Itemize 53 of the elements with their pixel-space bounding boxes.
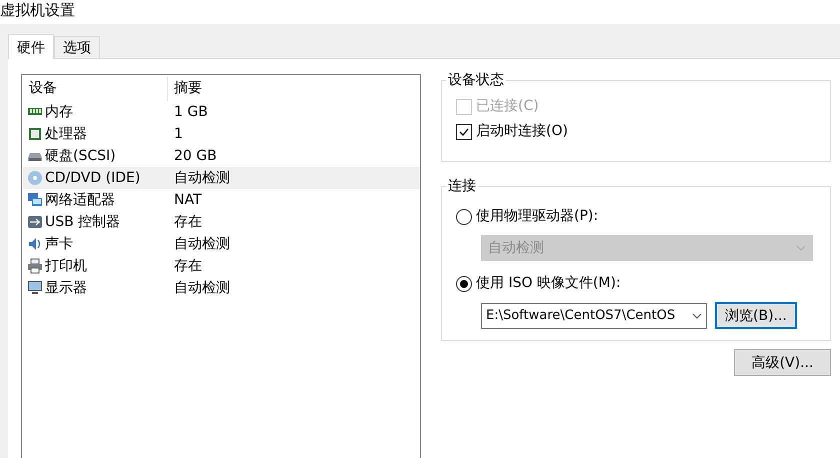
device-name: 处理器 (45, 125, 87, 144)
list-row[interactable]: 内存 1 GB (23, 101, 420, 123)
speaker-icon (27, 236, 43, 252)
device-name: USB 控制器 (45, 213, 120, 232)
device-summary: NAT (173, 191, 202, 210)
list-row[interactable]: 显示器 自动检测 (23, 277, 420, 299)
device-name: 硬盘(SCSI) (45, 147, 116, 166)
usb-icon (27, 214, 43, 230)
device-summary: 1 GB (173, 103, 208, 122)
list-row[interactable]: 硬盘(SCSI) 20 GB (23, 145, 420, 167)
device-summary: 1 (173, 125, 183, 144)
column-header: 摘要 (173, 79, 202, 98)
tab[interactable]: 硬件 (8, 34, 54, 59)
disc-icon (27, 170, 43, 186)
device-summary: 20 GB (173, 147, 217, 166)
chip-icon (27, 126, 43, 142)
device-name: 内存 (45, 103, 73, 122)
device-summary: 自动检测 (173, 279, 230, 298)
column-header: 设备 (23, 77, 168, 101)
chevron-icon (692, 312, 702, 318)
group-title: 连接 (447, 178, 477, 194)
radio-label: 使用 ISO 映像文件(M): (476, 274, 621, 293)
list-row[interactable]: 打印机 存在 (23, 255, 420, 277)
chevron-icon (796, 245, 806, 251)
device-name: 打印机 (45, 257, 87, 276)
window-title: 虚拟机设置 (0, 0, 840, 24)
device-name: 网络适配器 (45, 191, 115, 210)
list-row[interactable]: USB 控制器 存在 (23, 211, 420, 233)
checkbox-label: 启动时连接(O) (476, 122, 568, 141)
path-combo[interactable]: E:\Software\CentOS7\CentOS (481, 302, 707, 328)
device-summary: 自动检测 (173, 169, 230, 188)
group-title: 设备状态 (447, 72, 505, 88)
device-name: CD/DVD (IDE) (45, 169, 140, 188)
list-row[interactable]: 处理器 1 (23, 123, 420, 145)
checkbox[interactable] (456, 124, 472, 140)
browse-button[interactable]: 浏览(B)... (715, 302, 797, 329)
monitor-icon (27, 192, 43, 208)
radio-label: 使用物理驱动器(P): (476, 207, 598, 226)
device-summary: 存在 (173, 257, 202, 276)
list-row[interactable]: CD/DVD (IDE) 自动检测 (23, 167, 420, 189)
device-name: 显示器 (45, 279, 87, 298)
device-summary: 存在 (173, 213, 202, 232)
tab[interactable]: 选项 (54, 36, 100, 58)
checkbox-label: 已连接(C) (476, 97, 539, 116)
advanced-button[interactable]: 高级(V)... (734, 349, 831, 376)
radio-button[interactable] (456, 276, 472, 292)
printer-icon (27, 258, 43, 274)
radio-button[interactable] (456, 208, 472, 224)
device-summary: 自动检测 (173, 235, 230, 254)
monitor-icon (27, 280, 43, 296)
list-row[interactable]: 声卡 自动检测 (23, 233, 420, 255)
list-row[interactable]: 网络适配器 NAT (23, 189, 420, 211)
device-name: 声卡 (45, 235, 73, 254)
